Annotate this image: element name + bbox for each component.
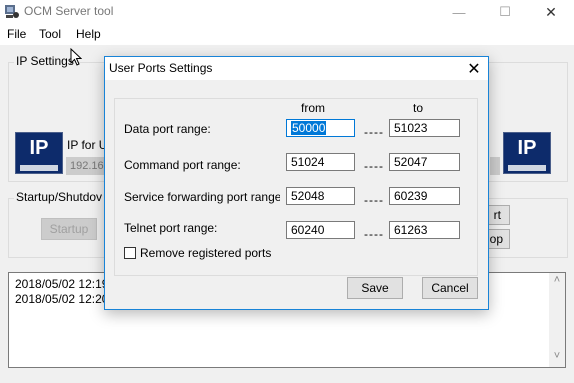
right-disabled-field [490, 157, 500, 175]
scroll-down-icon[interactable]: ˅ [549, 350, 565, 364]
data-port-label: Data port range: [124, 122, 211, 136]
telnet-port-from-input[interactable]: 60240 [286, 221, 355, 239]
minimize-icon[interactable]: — [436, 0, 482, 24]
remove-registered-ports-label: Remove registered ports [140, 246, 272, 260]
window-title: OCM Server tool [24, 4, 114, 18]
remove-registered-ports-checkbox[interactable] [124, 247, 136, 259]
log-line: 2018/05/02 12:19 [15, 277, 109, 291]
startup-button[interactable]: Startup [41, 218, 97, 240]
startup-group-label: Startup/Shutdov [14, 190, 105, 204]
command-port-to-input[interactable]: 52047 [389, 153, 460, 171]
dialog-title: User Ports Settings [109, 61, 213, 75]
ip-for-label: IP for U [67, 138, 108, 152]
telnet-port-to-input[interactable]: 61263 [389, 221, 460, 239]
data-port-to-input[interactable]: 51023 [389, 119, 460, 137]
range-separator: ---- [364, 125, 384, 139]
mouse-cursor-icon [70, 48, 82, 66]
telnet-port-label: Telnet port range: [124, 221, 218, 235]
range-separator: ---- [364, 159, 384, 173]
column-header-from: from [301, 101, 325, 115]
data-port-from-value: 50000 [291, 121, 327, 135]
maximize-icon[interactable]: ☐ [482, 0, 528, 24]
user-ports-dialog: User Ports Settings ✕ from to Data port … [104, 56, 489, 310]
service-forwarding-port-label: Service forwarding port range [124, 190, 280, 204]
app-icon [5, 5, 19, 18]
column-header-to: to [413, 101, 424, 115]
range-separator: ---- [364, 227, 384, 241]
range-separator: ---- [364, 193, 384, 207]
log-line: 2018/05/02 12:20 [15, 292, 109, 306]
scroll-up-icon[interactable]: ˄ [549, 274, 565, 288]
close-icon[interactable]: ✕ [528, 0, 574, 24]
ip-settings-label: IP Settings [14, 54, 76, 68]
command-port-label: Command port range: [124, 158, 241, 172]
menu-help[interactable]: Help [76, 27, 101, 41]
ip-badge-right: IP [503, 132, 551, 174]
command-port-from-input[interactable]: 51024 [286, 153, 355, 171]
ip-address-field[interactable]: 192.16 [66, 157, 106, 175]
ip-badge-left: IP [15, 132, 63, 174]
menu-file[interactable]: File [7, 27, 26, 41]
service-forwarding-port-to-input[interactable]: 60239 [389, 187, 460, 205]
menu-tool[interactable]: Tool [39, 27, 61, 41]
save-button[interactable]: Save [347, 277, 403, 299]
dialog-close-icon[interactable]: ✕ [460, 57, 488, 80]
cancel-button[interactable]: Cancel [422, 277, 478, 299]
data-port-from-input[interactable]: 50000 [286, 119, 355, 137]
service-forwarding-port-from-input[interactable]: 52048 [286, 187, 355, 205]
